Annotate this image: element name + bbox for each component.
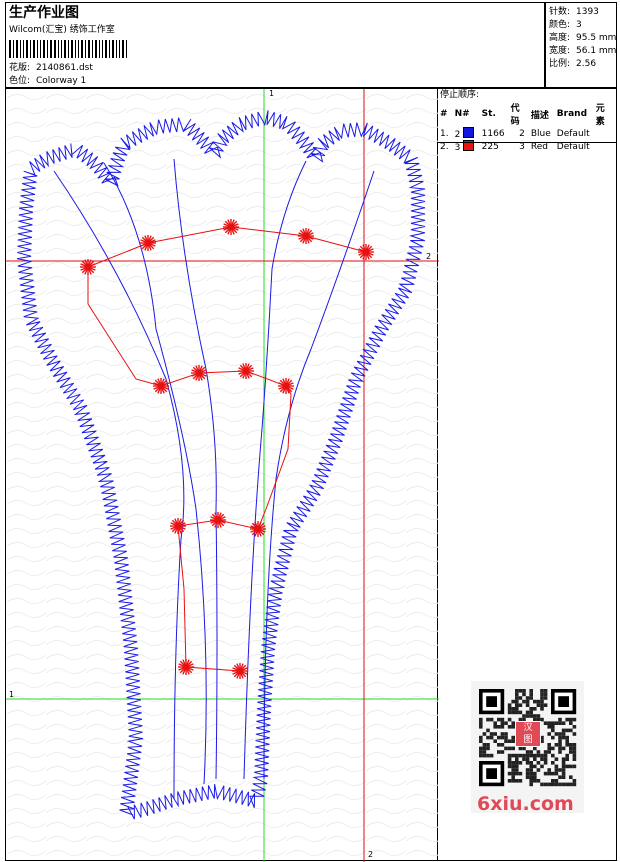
row-code: 2 <box>519 128 525 139</box>
row-desc: Blue <box>530 128 551 139</box>
qr-center-badge: 汉 图 <box>515 721 541 747</box>
red-star-mark <box>170 518 186 534</box>
qr-badge-top: 汉 <box>523 723 533 733</box>
background-texture <box>7 90 438 861</box>
stop-table-header: # N# St. 代码 描述 Brand 元素 <box>440 101 616 127</box>
stop-sequence-title: 停止顺序: <box>440 90 480 100</box>
red-star-mark <box>278 378 294 394</box>
col-stitches: St. <box>481 109 496 119</box>
production-sheet: 生产作业图 Wilcom(汇宝) 绣饰工作室 花版: 2140861.dst 色… <box>0 0 620 862</box>
stat-colors-label: 颜色: <box>549 20 571 30</box>
stat-width-value: 56.1 mm <box>576 46 617 56</box>
qr-badge-bottom: 图 <box>523 735 533 745</box>
stat-width-label: 宽度: <box>549 46 571 56</box>
design-label: 花版: <box>9 63 31 73</box>
stat-scale-label: 比例: <box>549 59 571 69</box>
red-star-mark <box>298 228 314 244</box>
header-panel: 生产作业图 Wilcom(汇宝) 绣饰工作室 花版: 2140861.dst 色… <box>5 2 545 88</box>
stat-scale-value: 2.56 <box>576 59 597 69</box>
design-file: 2140861.dst <box>36 63 93 73</box>
design-canvas: 1 2 1 2 <box>5 88 439 862</box>
guide-label-v2: 2 <box>368 850 373 859</box>
col-desc: 描述 <box>530 110 549 121</box>
row-needle: 2 <box>455 127 482 140</box>
company-name: Wilcom(汇宝) 绣饰工作室 <box>9 25 115 35</box>
watermark-logo: 6xiu.com <box>477 793 574 815</box>
red-star-mark <box>232 663 248 679</box>
barcode <box>9 40 129 58</box>
stat-height-label: 高度: <box>549 33 571 43</box>
col-index: # <box>440 109 448 119</box>
row-stitches: 1166 <box>481 128 505 139</box>
stat-height-value: 95.5 mm <box>576 33 617 43</box>
table-row: 1. 2 1166 2 Blue Default <box>440 127 616 140</box>
guide-label-v1: 1 <box>269 89 274 98</box>
red-star-mark <box>191 365 207 381</box>
col-brand: Brand <box>556 109 588 119</box>
stats-panel: 针数: 1393 颜色: 3 高度: 95.5 mm 宽度: 56.1 mm 比… <box>545 2 617 88</box>
guide-label-h1: 1 <box>9 690 14 699</box>
table-divider <box>438 142 616 143</box>
red-star-mark <box>223 219 239 235</box>
stop-sequence-table: # N# St. 代码 描述 Brand 元素 1. 2 1166 2 Blue… <box>440 101 616 153</box>
red-star-mark <box>250 521 266 537</box>
guide-label-h2: 2 <box>426 252 431 261</box>
red-star-mark <box>238 363 254 379</box>
stat-stitches-label: 针数: <box>549 7 571 17</box>
row-brand: Default <box>556 128 590 139</box>
row-index: 1. <box>440 128 449 139</box>
stat-colors-value: 3 <box>576 20 582 30</box>
colorway-label: 色位: <box>9 76 31 86</box>
col-code: 代码 <box>510 104 520 127</box>
colorway-value: Colorway 1 <box>36 76 87 86</box>
col-needle: N# <box>454 109 470 119</box>
red-star-mark <box>153 378 169 394</box>
col-element: 元素 <box>595 104 605 127</box>
stat-stitches-value: 1393 <box>576 7 599 17</box>
red-star-mark <box>80 259 96 275</box>
row-needle-value: 2 <box>454 130 461 140</box>
row-needle-value: 3 <box>454 143 461 153</box>
red-star-mark <box>178 659 194 675</box>
page-title: 生产作业图 <box>9 5 79 21</box>
red-star-mark <box>140 235 156 251</box>
color-swatch <box>463 127 475 138</box>
red-star-mark <box>210 512 226 528</box>
red-star-mark <box>358 244 374 260</box>
design-svg: 1 2 1 2 <box>6 89 439 862</box>
